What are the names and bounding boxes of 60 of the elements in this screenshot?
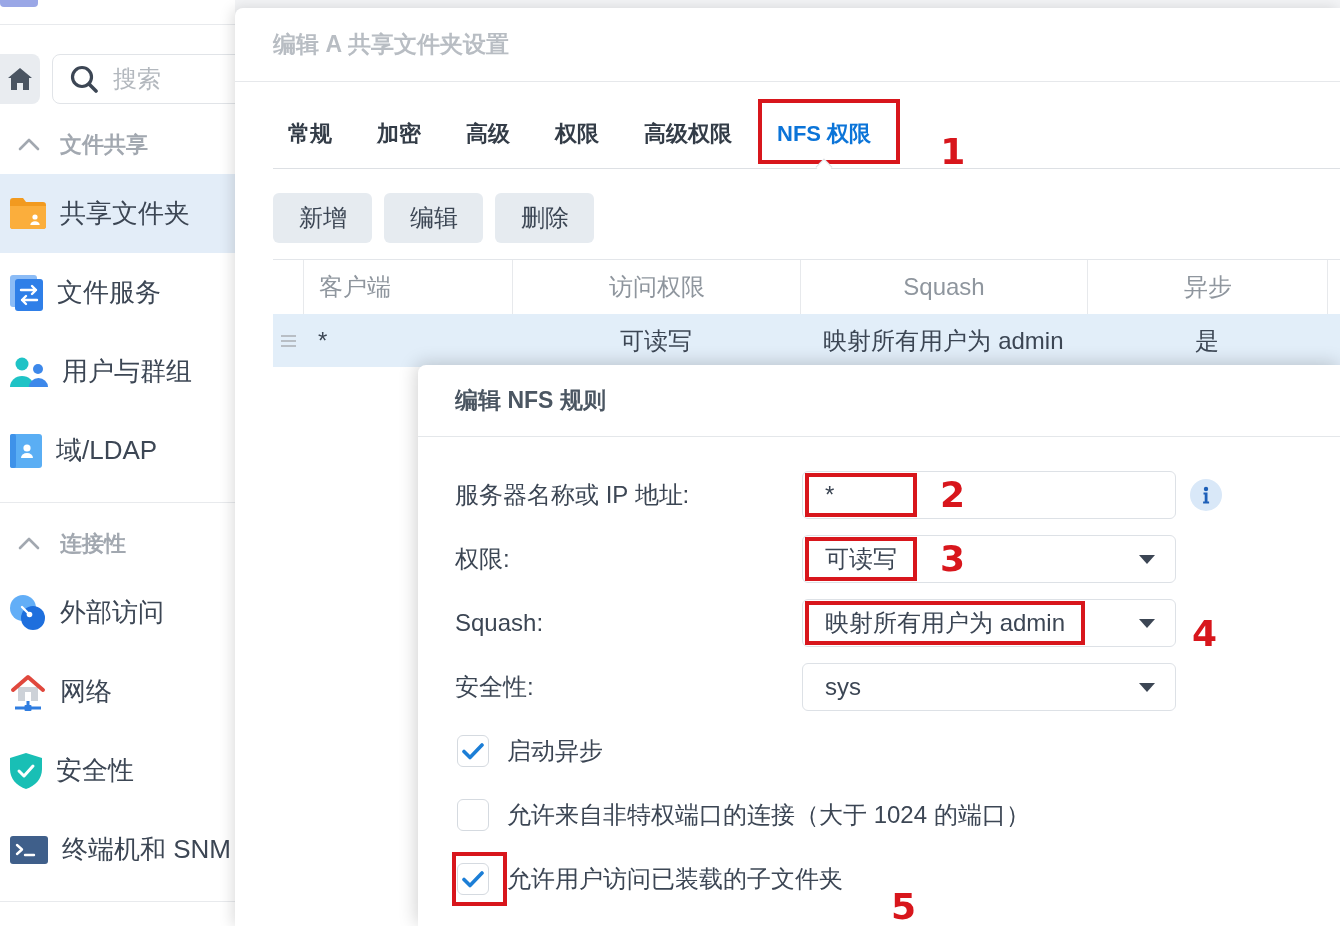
- check-icon: [462, 742, 484, 760]
- dialog-title: 编辑 NFS 规则: [418, 365, 1340, 437]
- terminal-icon: [10, 835, 48, 864]
- table-cell-text: 可读写: [619, 325, 693, 356]
- table-cell-text: *: [317, 325, 329, 356]
- sidebar-item[interactable]: 网络: [0, 652, 235, 731]
- checkbox[interactable]: [457, 735, 489, 767]
- dropdown[interactable]: 映射所有用户为 admin: [802, 599, 1176, 647]
- tab[interactable]: 权限: [540, 95, 614, 160]
- checkbox[interactable]: [457, 863, 489, 895]
- drag-handle-icon[interactable]: [280, 334, 296, 347]
- sidebar-item[interactable]: 用户与群组: [0, 332, 235, 411]
- globe-pin-icon: [10, 594, 46, 631]
- dropdown[interactable]: sys: [802, 663, 1176, 711]
- field-label: 安全性:: [455, 672, 535, 702]
- sidebar-item[interactable]: 外部访问: [0, 573, 235, 652]
- callout-label: 4: [1192, 616, 1218, 652]
- sidebar-item[interactable]: 安全性: [0, 731, 235, 810]
- table-cell-text: 是: [1194, 325, 1220, 356]
- toolbar-button[interactable]: 新增: [273, 193, 372, 243]
- checkbox[interactable]: [457, 799, 489, 831]
- checkbox-label[interactable]: 启动异步: [507, 733, 603, 769]
- tab[interactable]: 高级权限: [629, 95, 747, 160]
- callout-label: 1: [940, 134, 966, 170]
- tab[interactable]: 加密: [362, 95, 436, 160]
- folder-icon: [10, 198, 46, 229]
- caret-icon: [1139, 682, 1155, 692]
- contact-card-icon: [10, 433, 42, 468]
- tab[interactable]: 高级: [451, 95, 525, 160]
- toolbar-button[interactable]: 编辑: [384, 193, 483, 243]
- toolbar-button[interactable]: 删除: [495, 193, 594, 243]
- check-icon: [462, 870, 484, 888]
- caret-icon: [1139, 554, 1155, 564]
- callout-label: 2: [940, 477, 966, 513]
- sidebar-item[interactable]: 共享文件夹: [0, 174, 235, 253]
- table-cell-text: 映射所有用户为 admin: [822, 325, 1065, 356]
- house-network-icon: [10, 672, 46, 711]
- tab[interactable]: NFS 权限: [762, 103, 887, 160]
- callout-label: 5: [891, 889, 917, 925]
- shield-check-icon: [10, 752, 42, 789]
- sidebar-item[interactable]: 文件服务: [0, 253, 235, 332]
- users-icon: [10, 356, 48, 387]
- home-icon: [8, 68, 32, 90]
- field-label: Squash:: [455, 608, 545, 638]
- home-button[interactable]: [0, 54, 40, 104]
- checkbox-label[interactable]: 允许来自非特权端口的连接（大于 1024 的端口）: [507, 797, 1030, 833]
- sidebar-item[interactable]: 域/LDAP: [0, 411, 235, 490]
- field-label: 权限:: [455, 544, 511, 574]
- window-title: 编辑 A 共享文件夹设置: [235, 8, 1340, 82]
- table-row[interactable]: * 可读写 映射所有用户为 admin 是: [273, 314, 1340, 367]
- tab[interactable]: 常规: [273, 95, 347, 160]
- file-transfer-icon: [10, 274, 43, 311]
- info-icon[interactable]: [1190, 479, 1222, 511]
- search-icon: [70, 65, 98, 93]
- field-label: 服务器名称或 IP 地址:: [455, 480, 691, 510]
- checkbox-label[interactable]: 允许用户访问已装载的子文件夹: [507, 861, 843, 897]
- caret-icon: [1139, 618, 1155, 628]
- sidebar-item[interactable]: 终端机和 SNM: [0, 810, 235, 889]
- callout-label: 3: [940, 541, 966, 577]
- app-icon: [0, 0, 38, 7]
